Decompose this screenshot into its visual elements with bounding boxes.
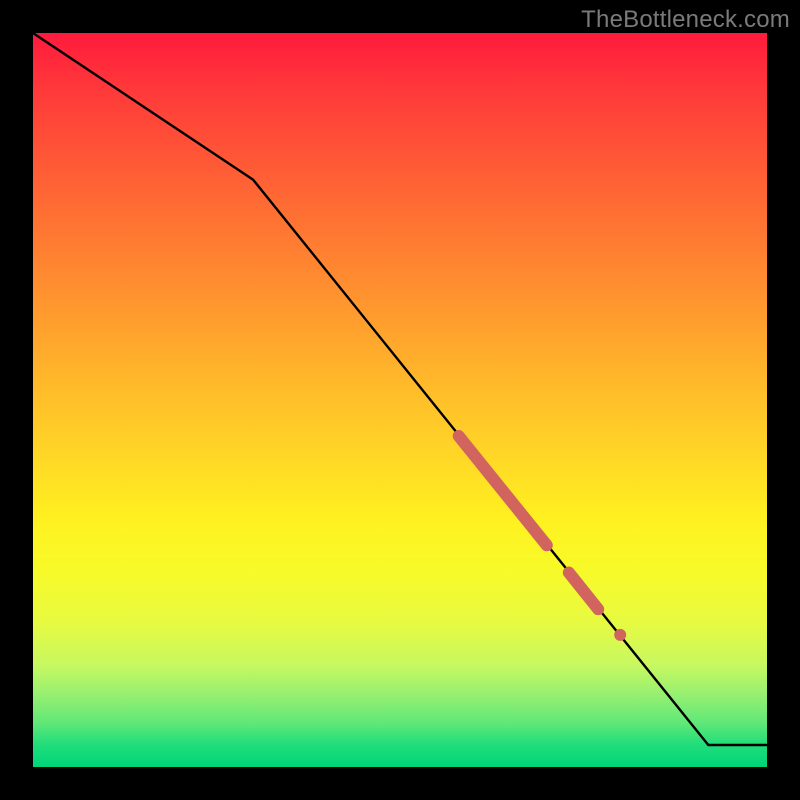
watermark-text: TheBottleneck.com: [581, 6, 790, 34]
highlight-dot: [614, 629, 626, 641]
highlight-band-2: [569, 573, 598, 610]
highlight-band-1: [459, 436, 547, 545]
chart-frame: TheBottleneck.com: [0, 0, 800, 800]
chart-svg: [33, 33, 767, 767]
curve-line: [33, 33, 767, 745]
plot-area: [33, 33, 767, 767]
